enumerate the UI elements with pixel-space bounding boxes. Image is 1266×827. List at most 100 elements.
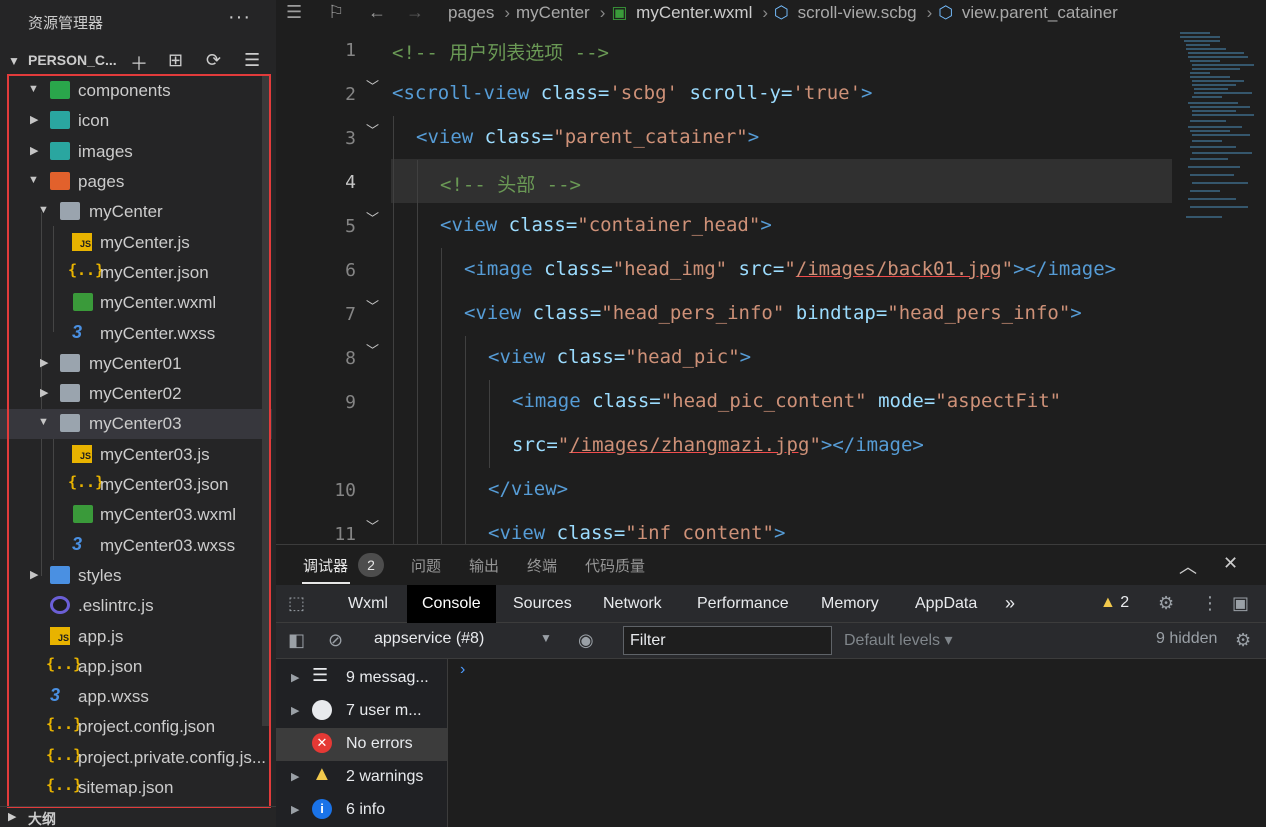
tree-item-mycenter03-json[interactable]: {..} myCenter03.json — [0, 470, 272, 500]
filter-input[interactable] — [623, 626, 832, 655]
dock-icon[interactable]: ▣ — [1232, 593, 1249, 614]
chevron-down-icon[interactable]: ▼ — [540, 631, 552, 645]
fold-chevron-icon[interactable]: ﹀ — [366, 296, 379, 315]
devtools-tab-wxml[interactable]: Wxml — [333, 585, 403, 623]
fold-chevron-icon[interactable]: ﹀ — [366, 120, 379, 139]
tree-item-app-js[interactable]: JS app.js — [0, 622, 272, 652]
sidebar-scrollbar[interactable] — [262, 76, 270, 726]
tree-item-mycenter-wxml[interactable]: myCenter.wxml — [0, 288, 272, 318]
fold-chevron-icon[interactable]: ﹀ — [366, 340, 379, 359]
tree-item-mycenter03-js[interactable]: JS myCenter03.js — [0, 440, 272, 470]
inspect-element-icon[interactable]: ⬚ — [288, 593, 305, 614]
warnings-badge[interactable]: ▲ 2 — [1100, 594, 1129, 612]
fold-chevron-icon[interactable]: ﹀ — [366, 516, 379, 535]
tree-item-mycenter03[interactable]: ▼ myCenter03 — [0, 409, 272, 439]
tree-item-mycenter-js[interactable]: JS myCenter.js — [0, 228, 272, 258]
list-icon[interactable]: ☰ — [286, 2, 302, 23]
clear-console-icon[interactable]: ⊘ — [328, 630, 343, 651]
tree-item-app-wxss[interactable]: 3 app.wxss — [0, 682, 272, 712]
devtools-tab-network[interactable]: Network — [588, 585, 677, 623]
more-tabs-icon[interactable]: » — [1005, 593, 1015, 614]
tree-item-images[interactable]: ▶ images — [0, 137, 272, 167]
console-filter-info[interactable]: ▶ i 6 info — [276, 794, 448, 827]
tab-problems[interactable]: 问题 — [411, 555, 441, 576]
breadcrumb-pages[interactable]: pages — [448, 3, 494, 22]
tree-item-project-private-config[interactable]: {..} project.private.config.js... — [0, 743, 272, 773]
tree-item-label: myCenter01 — [89, 354, 182, 373]
eye-icon[interactable]: ◉ — [578, 630, 594, 651]
tree-item-eslintrc[interactable]: .eslintrc.js — [0, 591, 272, 621]
chevron-up-icon[interactable]: ︿ — [1179, 553, 1197, 579]
log-levels-dropdown[interactable]: Default levels ▾ — [844, 630, 953, 650]
code-editor[interactable]: 1 2 3 4 5 6 7 8 9 10 11 ﹀ ﹀ ﹀ ﹀ ﹀ ﹀ <!--… — [276, 28, 1266, 544]
context-select[interactable]: appservice (#8) — [374, 630, 484, 648]
tree-item-pages[interactable]: ▼ pages — [0, 167, 272, 197]
tree-item-project-config[interactable]: {..} project.config.json — [0, 712, 272, 742]
console-toolbar: ◧ ⊘ appservice (#8) ▼ ◉ Default levels ▾… — [276, 623, 1266, 659]
tree-item-label: myCenter.wxss — [100, 324, 216, 343]
collapse-all-icon[interactable]: ☰ — [244, 50, 260, 71]
devtools-tab-memory[interactable]: Memory — [806, 585, 894, 623]
breadcrumb-file[interactable]: myCenter.wxml — [636, 3, 752, 22]
string-token: "head_img" — [612, 258, 728, 280]
tree-item-mycenter03-wxml[interactable]: myCenter03.wxml — [0, 500, 272, 530]
forward-arrow-icon[interactable]: → — [406, 2, 424, 23]
breadcrumb-folder[interactable]: myCenter — [516, 3, 590, 22]
console-filter-user[interactable]: ▶ 7 user m... — [276, 695, 448, 728]
gear-icon[interactable]: ⚙ — [1158, 593, 1174, 614]
tab-debugger[interactable]: 调试器 — [303, 555, 348, 576]
tree-item-styles[interactable]: ▶ styles — [0, 561, 272, 591]
tree-item-app-json[interactable]: {..} app.json — [0, 652, 272, 682]
tree-item-mycenter03-wxss[interactable]: 3 myCenter03.wxss — [0, 531, 272, 561]
console-filter-warnings[interactable]: ▶ ▲ 2 warnings — [276, 761, 448, 794]
tab-output[interactable]: 输出 — [469, 555, 499, 576]
tree-item-mycenter-json[interactable]: {..} myCenter.json — [0, 258, 272, 288]
active-tab-indicator — [302, 582, 350, 584]
chevron-down-icon[interactable]: ▼ — [8, 54, 20, 68]
debugger-count-badge: 2 — [358, 553, 384, 577]
project-header[interactable]: ▼ PERSON_C... ＋ ⊞ ⟳ ☰ — [0, 46, 276, 76]
tree-item-label: styles — [78, 566, 122, 585]
fold-chevron-icon[interactable]: ﹀ — [366, 208, 379, 227]
minimap-line — [1190, 174, 1234, 176]
kebab-menu-icon[interactable]: ⋮ — [1201, 593, 1219, 614]
tree-item-mycenter-wxss[interactable]: 3 myCenter.wxss — [0, 319, 272, 349]
chevron-right-icon: ▶ — [30, 114, 39, 126]
tag-token: > — [760, 214, 772, 236]
console-filter-errors[interactable]: ✕ No errors — [276, 728, 448, 761]
code-line-2: <scroll-view class='scbg' scroll-y='true… — [392, 82, 872, 104]
new-file-icon[interactable]: ＋ — [130, 50, 148, 76]
attr-token: class= — [532, 258, 613, 280]
path-link[interactable]: /images/zhangmazi.jpg — [569, 434, 809, 456]
minimap-line — [1180, 32, 1210, 34]
fold-chevron-icon[interactable]: ﹀ — [366, 76, 379, 95]
console-prompt-icon[interactable]: › — [460, 661, 465, 679]
minimap[interactable] — [1172, 28, 1266, 544]
console-filter-messages[interactable]: ▶ ☰ 9 messag... — [276, 662, 448, 695]
gear-icon[interactable]: ⚙ — [1235, 630, 1251, 651]
tree-item-mycenter01[interactable]: ▶ myCenter01 — [0, 349, 272, 379]
tree-item-mycenter02[interactable]: ▶ myCenter02 — [0, 379, 272, 409]
sidebar-toggle-icon[interactable]: ◧ — [288, 630, 305, 651]
devtools-tab-sources[interactable]: Sources — [498, 585, 587, 623]
more-actions-icon[interactable]: ··· — [228, 6, 251, 29]
tree-item-icon[interactable]: ▶ icon — [0, 106, 272, 136]
tab-code-quality[interactable]: 代码质量 — [585, 555, 645, 576]
tag-token: <image — [512, 390, 581, 412]
tab-terminal[interactable]: 终端 — [527, 555, 557, 576]
devtools-tab-appdata[interactable]: AppData — [900, 585, 992, 623]
devtools-tab-performance[interactable]: Performance — [682, 585, 804, 623]
close-icon[interactable]: ✕ — [1223, 553, 1238, 574]
tree-item-components[interactable]: ▼ components — [0, 76, 272, 106]
tree-item-mycenter[interactable]: ▼ myCenter — [0, 197, 272, 227]
bookmark-icon[interactable]: ⚐ — [328, 2, 344, 23]
new-folder-icon[interactable]: ⊞ — [168, 50, 183, 71]
refresh-icon[interactable]: ⟳ — [206, 50, 221, 71]
back-arrow-icon[interactable]: ← — [368, 2, 386, 23]
path-link[interactable]: /images/back01.jpg — [796, 258, 1002, 280]
breadcrumb-node-view[interactable]: view.parent_catainer — [962, 3, 1118, 22]
tree-item-sitemap[interactable]: {..} sitemap.json — [0, 773, 272, 803]
outline-section[interactable]: ▶ 大纲 — [0, 806, 276, 827]
devtools-tab-console[interactable]: Console — [407, 585, 496, 623]
breadcrumb-node-scroll-view[interactable]: scroll-view.scbg — [798, 3, 917, 22]
